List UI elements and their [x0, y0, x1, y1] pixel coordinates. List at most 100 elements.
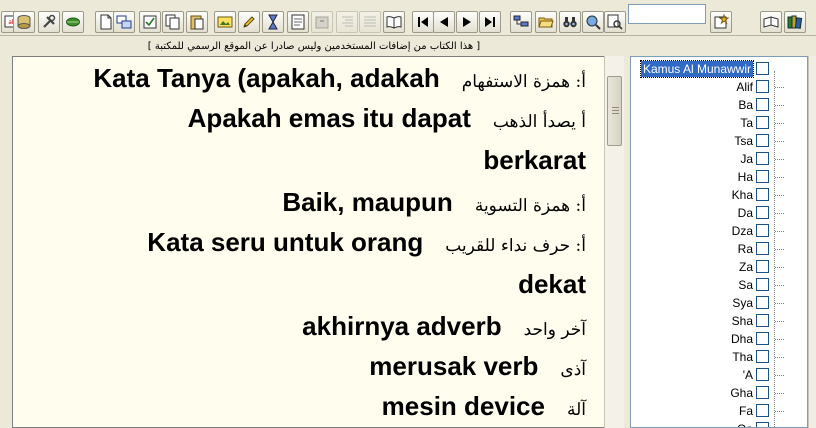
- checklist-button[interactable]: [139, 11, 161, 33]
- tree-item[interactable]: 'A: [631, 366, 791, 384]
- tree-item[interactable]: Dha: [631, 330, 791, 348]
- last-button[interactable]: [479, 11, 501, 33]
- tree-item-checkbox[interactable]: [756, 260, 769, 273]
- tree-item-label[interactable]: Ha: [738, 169, 753, 185]
- tree-item[interactable]: Ba: [631, 96, 791, 114]
- binoculars-button[interactable]: [559, 11, 581, 33]
- tree-item-checkbox[interactable]: [756, 386, 769, 399]
- add-book-button[interactable]: [710, 11, 732, 33]
- align-justify-button[interactable]: [359, 11, 381, 33]
- open-folder-button[interactable]: [535, 11, 557, 33]
- tree-item-label[interactable]: Sa: [738, 277, 753, 293]
- tree-item-label[interactable]: Alif: [736, 79, 753, 95]
- find-next-button[interactable]: [604, 11, 626, 33]
- tree-item-checkbox[interactable]: [756, 170, 769, 183]
- tree-item-label[interactable]: Qa: [737, 421, 753, 427]
- align-right-button[interactable]: [336, 11, 358, 33]
- content-scrollbar-thumb[interactable]: [607, 76, 622, 146]
- tree-item[interactable]: Alif: [631, 78, 791, 96]
- copy-button[interactable]: [162, 11, 184, 33]
- tree-item-checkbox[interactable]: [756, 350, 769, 363]
- tree-item[interactable]: Tsa: [631, 132, 791, 150]
- tree-item-checkbox[interactable]: [756, 404, 769, 417]
- tree-item[interactable]: Ha: [631, 168, 791, 186]
- tree-item-checkbox[interactable]: [756, 332, 769, 345]
- toolbar-search-input[interactable]: [628, 4, 706, 24]
- content-scrollbar[interactable]: [604, 56, 624, 428]
- first-button[interactable]: [412, 11, 434, 33]
- tree-item-checkbox[interactable]: [756, 116, 769, 129]
- tree-item-checkbox[interactable]: [756, 98, 769, 111]
- tree-item-checkbox[interactable]: [756, 278, 769, 291]
- tree-item-checkbox[interactable]: [756, 188, 769, 201]
- tree-item-label[interactable]: Kamus Al Munawwir: [639, 60, 755, 78]
- tree-item[interactable]: Za: [631, 258, 791, 276]
- tools-button[interactable]: [38, 11, 60, 33]
- windows-icon: [116, 15, 132, 29]
- tree-item-label[interactable]: Dha: [731, 331, 753, 347]
- tree-item[interactable]: Sa: [631, 276, 791, 294]
- tree-item-checkbox[interactable]: [756, 152, 769, 165]
- book-button[interactable]: [383, 11, 405, 33]
- tree-item-label[interactable]: Fa: [739, 403, 753, 419]
- tree-item-checkbox[interactable]: [756, 422, 769, 427]
- tree-item-label[interactable]: Sya: [732, 295, 753, 311]
- tree-item-label[interactable]: Kha: [732, 187, 753, 203]
- tree-item-label[interactable]: Ta: [740, 115, 753, 131]
- hourglass-button[interactable]: [262, 11, 284, 33]
- tree-item-label[interactable]: 'A: [743, 367, 753, 383]
- form-button[interactable]: [287, 11, 309, 33]
- tree-item-checkbox[interactable]: [756, 134, 769, 147]
- tree-item-label[interactable]: Ja: [740, 151, 753, 167]
- tree-item-label[interactable]: Za: [739, 259, 753, 275]
- tree-item[interactable]: Ja: [631, 150, 791, 168]
- tree-item-label[interactable]: Tha: [732, 349, 753, 365]
- tree-item[interactable]: Fa: [631, 402, 791, 420]
- tree-item[interactable]: Ta: [631, 114, 791, 132]
- tree-connector-line: [775, 375, 784, 376]
- sidebar-scrollbar[interactable]: [808, 56, 816, 428]
- tree-item[interactable]: Ra: [631, 240, 791, 258]
- tree-item[interactable]: Kha: [631, 186, 791, 204]
- database-button[interactable]: [13, 11, 35, 33]
- tree-item-label[interactable]: Tsa: [734, 133, 753, 149]
- tree-item[interactable]: Gha: [631, 384, 791, 402]
- tree-item-checkbox[interactable]: [756, 242, 769, 255]
- tree-item-label[interactable]: Sha: [732, 313, 753, 329]
- entry-meaning-continuation: berkarat: [483, 145, 586, 175]
- tree-item[interactable]: Sha: [631, 312, 791, 330]
- tree-item-label[interactable]: Gha: [730, 385, 753, 401]
- search-globe-button[interactable]: [582, 11, 604, 33]
- next-button[interactable]: [456, 11, 478, 33]
- tree-item-checkbox[interactable]: [756, 80, 769, 93]
- previous-button[interactable]: [433, 11, 455, 33]
- tree-item-checkbox[interactable]: [756, 296, 769, 309]
- tree-item[interactable]: Sya: [631, 294, 791, 312]
- tree-item-label[interactable]: Ra: [738, 241, 753, 257]
- tree-item[interactable]: Dza: [631, 222, 791, 240]
- pencil-button[interactable]: [238, 11, 260, 33]
- book-content-pane[interactable]: Kata Tanya (apakah, adakah أ: همزة الاستف…: [12, 56, 604, 428]
- tree-item[interactable]: Da: [631, 204, 791, 222]
- windows-button[interactable]: [113, 11, 135, 33]
- paste-button[interactable]: [186, 11, 208, 33]
- leaf-button[interactable]: [62, 11, 84, 33]
- tree-item-label[interactable]: Ba: [738, 97, 753, 113]
- tree-item-label[interactable]: Da: [738, 205, 753, 221]
- tree-item-label[interactable]: Dza: [732, 223, 753, 239]
- book-icon: [386, 16, 402, 29]
- bookshelf-button[interactable]: [784, 11, 806, 33]
- archive-button[interactable]: [311, 11, 333, 33]
- tree-item[interactable]: Kamus Al Munawwir: [631, 60, 791, 78]
- tree-item-checkbox[interactable]: [756, 368, 769, 381]
- tree-item[interactable]: Tha: [631, 348, 791, 366]
- tree-connector-line: [775, 393, 784, 394]
- tree-item-checkbox[interactable]: [756, 224, 769, 237]
- tree-item-checkbox[interactable]: [756, 62, 769, 75]
- open-book-button[interactable]: [760, 11, 782, 33]
- tree-item-checkbox[interactable]: [756, 314, 769, 327]
- tree-item[interactable]: Qa: [631, 420, 791, 427]
- tree-item-checkbox[interactable]: [756, 206, 769, 219]
- tree-button[interactable]: [510, 11, 532, 33]
- image-button[interactable]: [214, 11, 236, 33]
